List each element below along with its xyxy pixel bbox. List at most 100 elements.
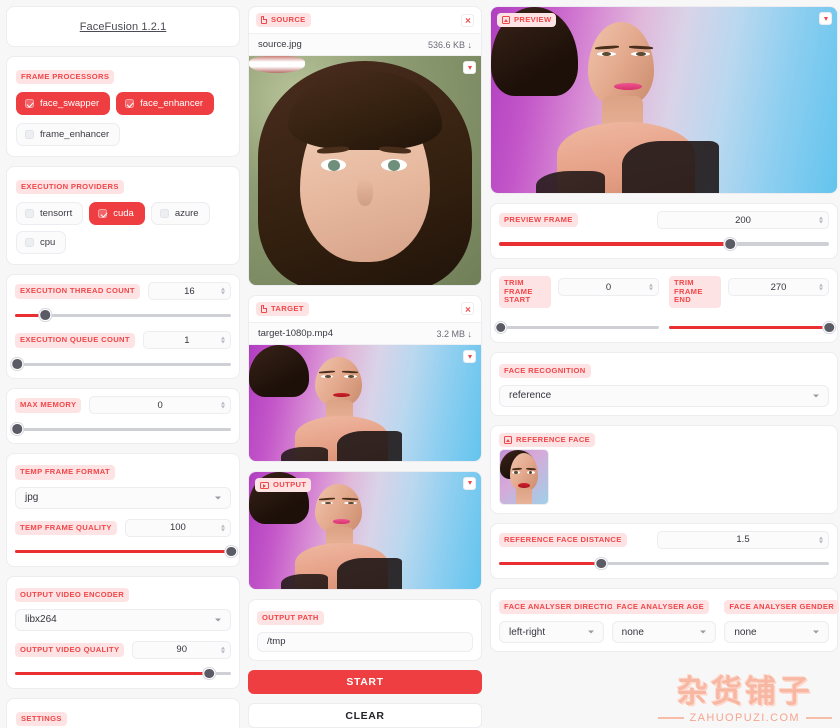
- stepper-icon[interactable]: [221, 646, 225, 654]
- face: [587, 21, 654, 108]
- temp-frame-format-select[interactable]: jpg: [15, 486, 231, 509]
- download-icon[interactable]: [463, 350, 476, 364]
- reference-face-distance-input[interactable]: 1.5: [657, 530, 829, 549]
- checkbox-cpu[interactable]: cpu: [16, 231, 67, 255]
- checkbox-label: cuda: [113, 208, 134, 220]
- target-portrait: [249, 345, 481, 461]
- stepper-icon[interactable]: [221, 401, 225, 409]
- target-video[interactable]: [249, 345, 481, 461]
- output-video-card: OUTPUT VIDEO ENCODER libx264 OUTPUT VIDE…: [6, 575, 240, 689]
- face-analyser-age-label: FACE ANALYSER AGE: [611, 599, 710, 615]
- download-icon[interactable]: [463, 61, 476, 75]
- max-memory-value: 0: [157, 399, 163, 411]
- checkbox-tensorrt[interactable]: tensorrt: [16, 202, 84, 226]
- source-image[interactable]: [249, 56, 481, 285]
- output-video-encoder-select[interactable]: libx264: [15, 608, 231, 631]
- execution-queue-count-input[interactable]: 1: [142, 331, 231, 350]
- target-filename: target-1080p.mp4: [258, 328, 333, 340]
- trim-frame-start-value: 0: [605, 281, 612, 293]
- trim-frame-start-input[interactable]: 0: [558, 278, 659, 296]
- checkbox-azure[interactable]: azure: [150, 202, 210, 226]
- reference-face-thumbnail[interactable]: [499, 448, 549, 505]
- slider-knob[interactable]: [595, 557, 608, 570]
- source-clear-button[interactable]: [461, 13, 474, 27]
- reference-face-distance-label: REFERENCE FACE DISTANCE: [499, 532, 627, 547]
- video-icon: [260, 481, 269, 489]
- face-analyser-gender-value: none: [734, 626, 757, 638]
- preview-image[interactable]: PREVIEW: [491, 7, 837, 193]
- slider-knob[interactable]: [39, 309, 51, 321]
- preview-portrait: [491, 7, 837, 193]
- stepper-icon[interactable]: [819, 536, 823, 544]
- slider-knob[interactable]: [11, 358, 23, 370]
- face-analyser-row: FACE ANALYSER DIRECTION left-right FACE …: [499, 596, 840, 644]
- clear-button[interactable]: CLEAR: [248, 703, 482, 728]
- download-icon[interactable]: [819, 12, 832, 25]
- frame-processors-label: FRAME PROCESSORS: [16, 70, 115, 85]
- checkbox-cuda[interactable]: cuda: [89, 202, 145, 226]
- face-analyser-age-select[interactable]: none: [611, 621, 717, 644]
- checkbox-face-enhancer[interactable]: face_enhancer: [116, 92, 215, 116]
- execution-thread-count-slider[interactable]: [15, 309, 231, 321]
- download-icon[interactable]: [463, 476, 476, 490]
- source-filename: source.jpg: [258, 39, 302, 51]
- preview-frame-slider[interactable]: [499, 238, 829, 250]
- slider-knob[interactable]: [724, 238, 736, 250]
- brow-left: [511, 467, 522, 471]
- stepper-icon[interactable]: [819, 283, 823, 291]
- max-memory-slider[interactable]: [11, 423, 231, 435]
- output-path-input[interactable]: /tmp: [257, 631, 473, 652]
- target-clear-button[interactable]: [461, 302, 474, 316]
- execution-providers-label: EXECUTION PROVIDERS: [16, 180, 124, 195]
- temp-frame-quality-slider[interactable]: [15, 545, 237, 558]
- slider-knob[interactable]: [823, 321, 835, 334]
- slider-fill: [15, 672, 210, 676]
- output-video-quality-slider[interactable]: [15, 667, 231, 680]
- output-video-quality-input[interactable]: 90: [132, 640, 231, 659]
- stepper-icon[interactable]: [649, 283, 653, 291]
- preview-frame-input[interactable]: 200: [657, 211, 829, 229]
- max-memory-input[interactable]: 0: [89, 396, 231, 415]
- slider-track: [15, 427, 231, 432]
- preview-frame-row: PREVIEW FRAME 200: [499, 211, 829, 229]
- start-button[interactable]: START: [248, 669, 482, 695]
- output-video-encoder-label: OUTPUT VIDEO ENCODER: [15, 587, 130, 602]
- target-filesize[interactable]: 3.2 MB ↓: [436, 329, 472, 339]
- trim-frame-end-slider[interactable]: [669, 321, 835, 334]
- slider-knob[interactable]: [11, 423, 23, 435]
- dress: [337, 430, 403, 461]
- source-filesize[interactable]: 536.6 KB ↓: [428, 40, 472, 50]
- face-recognition-select[interactable]: reference: [499, 384, 829, 407]
- reference-face-distance-slider[interactable]: [499, 557, 829, 570]
- execution-thread-count-input[interactable]: 16: [147, 282, 231, 301]
- face-analyser-card: FACE ANALYSER DIRECTION left-right FACE …: [490, 587, 840, 653]
- stepper-icon[interactable]: [221, 287, 225, 295]
- max-memory-card: MAX MEMORY 0: [6, 388, 240, 445]
- slider-knob[interactable]: [203, 667, 216, 680]
- temp-frame-quality-input[interactable]: 100: [124, 518, 231, 537]
- checkbox-frame-enhancer[interactable]: frame_enhancer: [16, 123, 121, 147]
- face-analyser-direction-select[interactable]: left-right: [499, 621, 604, 644]
- face-analyser-direction-value: left-right: [509, 626, 546, 638]
- slider-knob[interactable]: [494, 321, 507, 334]
- preview-frame-card: PREVIEW FRAME 200: [490, 203, 838, 259]
- slider-knob[interactable]: [225, 545, 237, 558]
- execution-queue-count-slider[interactable]: [11, 358, 231, 370]
- face-analyser-gender-select[interactable]: none: [724, 621, 830, 644]
- lips: [332, 392, 350, 397]
- stepper-icon[interactable]: [221, 336, 225, 344]
- stepper-icon[interactable]: [819, 216, 823, 224]
- target-label: TARGET: [256, 301, 309, 317]
- reference-face-label: REFERENCE FACE: [499, 432, 596, 448]
- stepper-icon[interactable]: [221, 524, 225, 532]
- source-portrait: [249, 56, 481, 285]
- trim-frame-end-input[interactable]: 270: [728, 278, 829, 296]
- frame-processors-card: FRAME PROCESSORS face_swapper face_enhan…: [6, 56, 240, 158]
- slider-fill: [15, 549, 231, 554]
- output-path-card: OUTPUT PATH /tmp: [248, 598, 482, 661]
- temp-frame-quality-label: TEMP FRAME QUALITY: [15, 520, 117, 535]
- checkbox-face-swapper[interactable]: face_swapper: [16, 92, 111, 116]
- output-video[interactable]: OUTPUT: [249, 471, 481, 589]
- iris-left: [327, 160, 340, 171]
- trim-frame-start-slider[interactable]: [494, 321, 659, 334]
